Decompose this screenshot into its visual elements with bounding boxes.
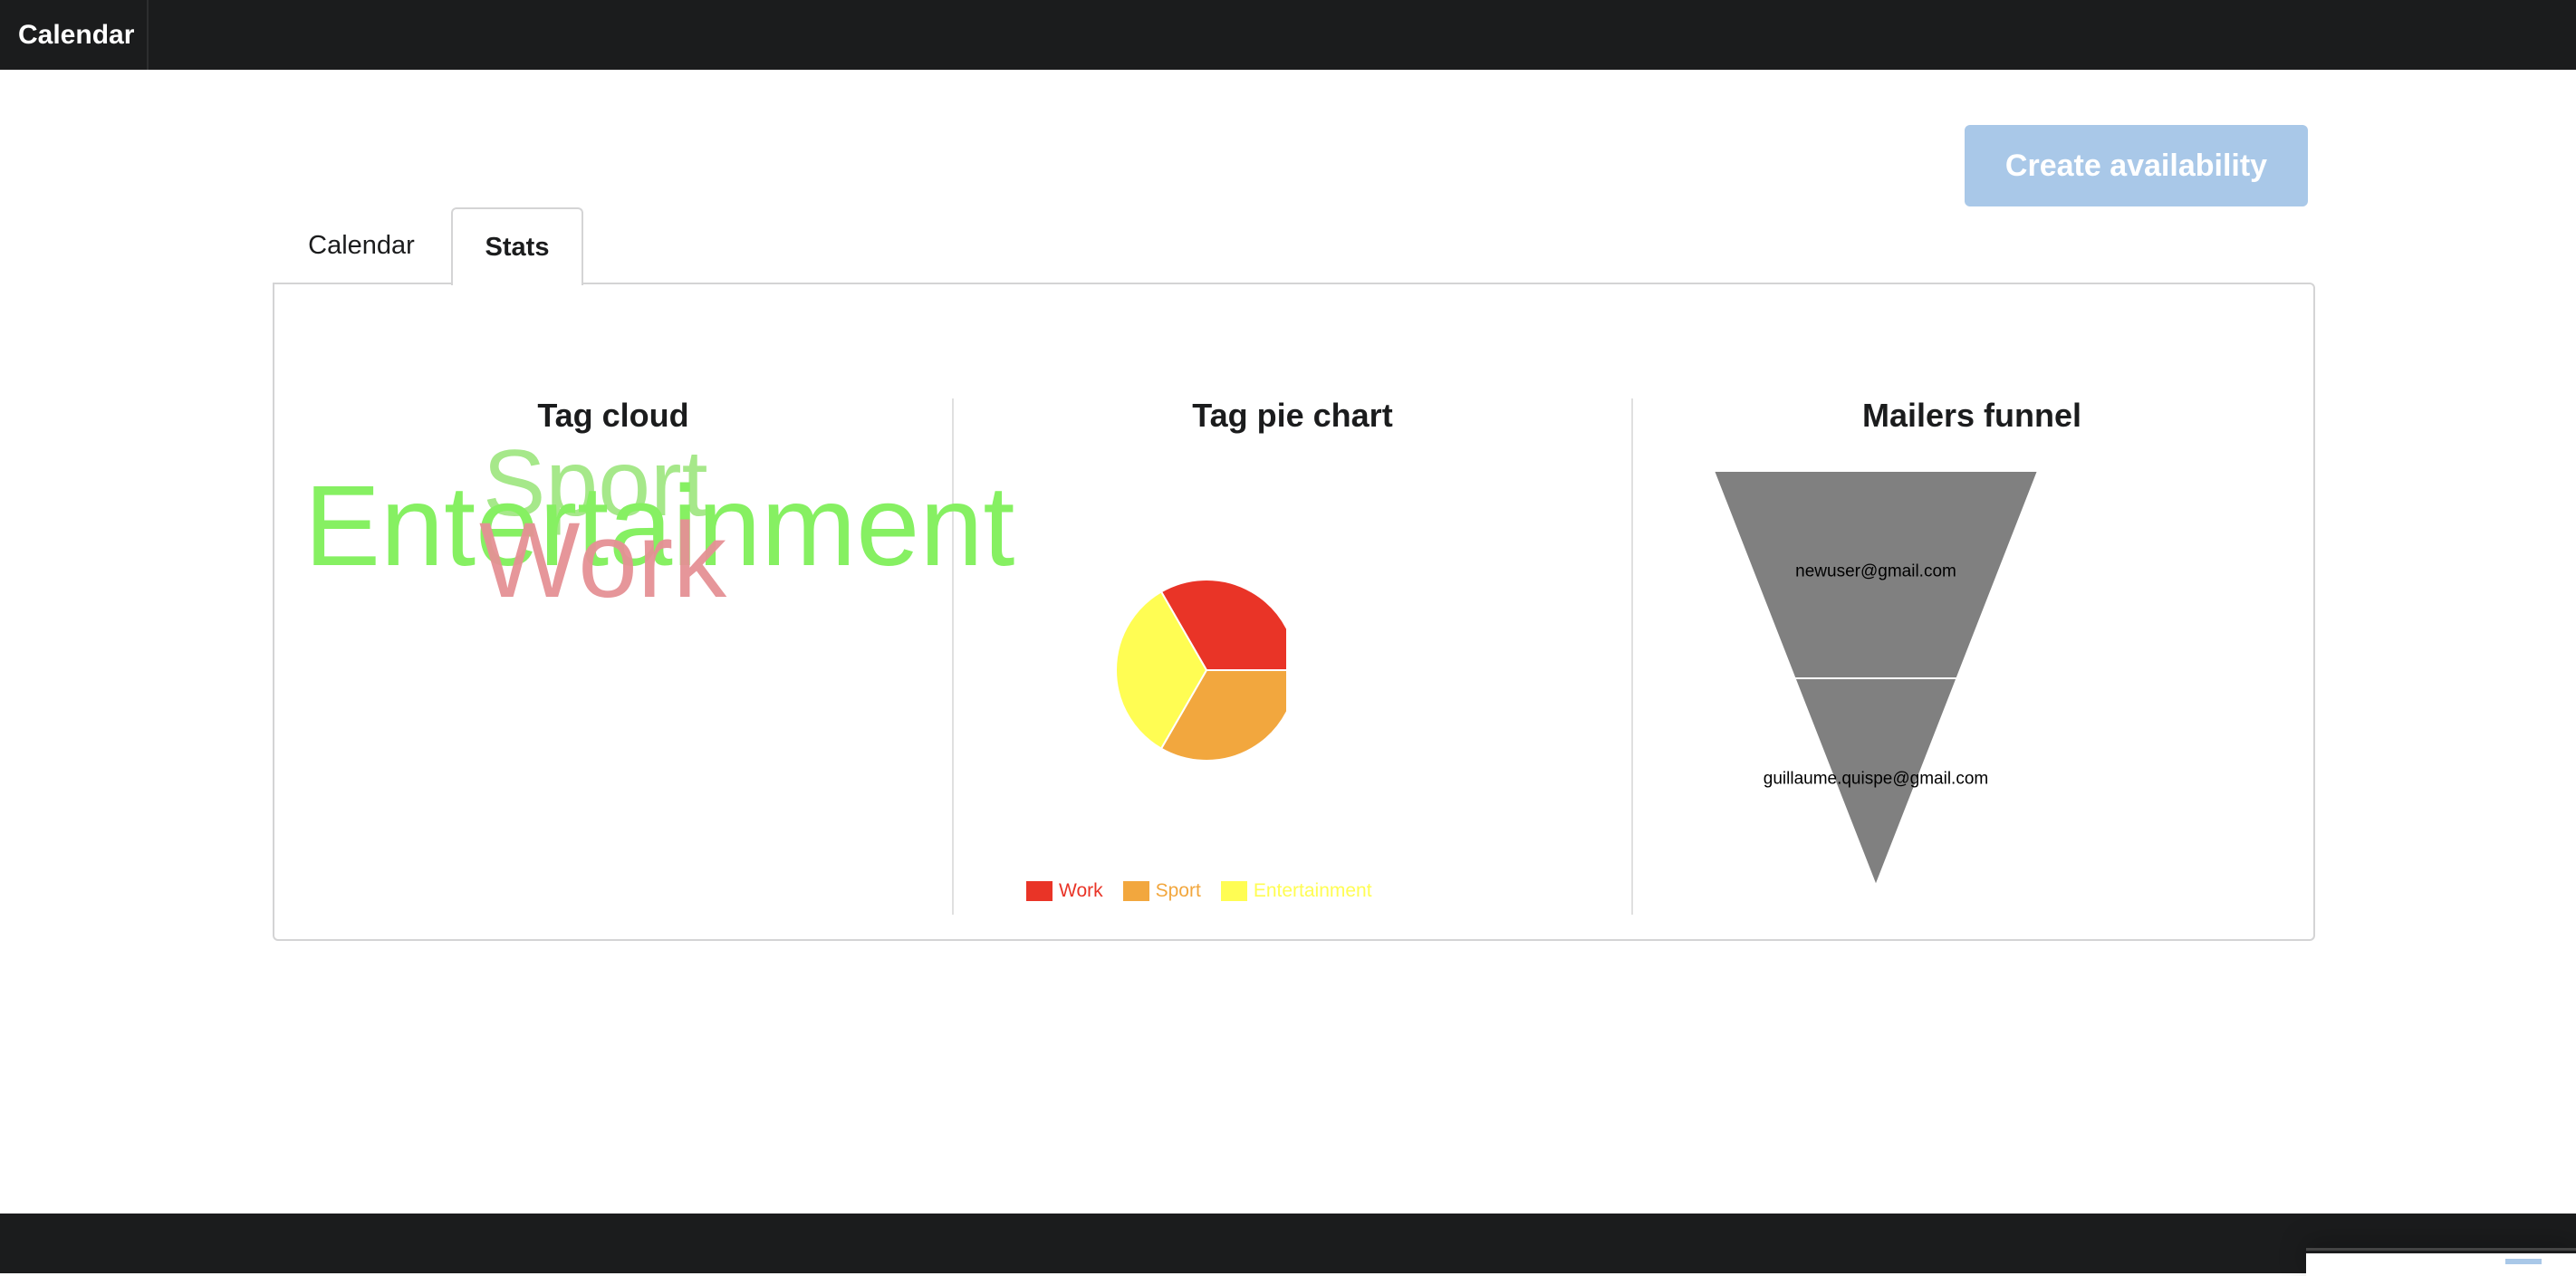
top-navbar: Calendar — [0, 0, 2576, 70]
legend-swatch — [1026, 881, 1053, 901]
page-thumbnail — [2306, 1248, 2576, 1276]
tab-stats[interactable]: Stats — [451, 207, 583, 285]
pie-chart-title: Tag pie chart — [1192, 397, 1393, 434]
footer-bar — [0, 1214, 2576, 1273]
legend-item-sport[interactable]: Sport — [1122, 880, 1201, 902]
legend-item-work[interactable]: Work — [1026, 880, 1103, 902]
legend-label: Work — [1059, 880, 1103, 901]
tag-cloud-word-work: Work — [479, 501, 727, 620]
funnel-chart: newuser@gmail.com guillaume.quispe@gmail.… — [1712, 470, 2040, 888]
legend-swatch — [1220, 881, 1247, 901]
create-availability-button[interactable]: Create availability — [1965, 125, 2308, 206]
legend-item-entertainment[interactable]: Entertainment — [1220, 880, 1372, 902]
funnel-title: Mailers funnel — [1861, 397, 2082, 434]
pie-legend: Work Sport Entertainment — [1026, 878, 1392, 904]
legend-label: Entertainment — [1253, 880, 1372, 901]
legend-swatch — [1122, 881, 1149, 901]
tab-calendar[interactable]: Calendar — [274, 207, 449, 283]
legend-label: Sport — [1155, 880, 1201, 901]
brand-menu-item[interactable]: Calendar — [0, 0, 149, 70]
funnel-label: guillaume.quispe@gmail.com — [1764, 770, 1988, 789]
section-divider — [1631, 398, 1633, 915]
pie-chart — [1115, 579, 1286, 762]
thumbnail-button — [2505, 1259, 2542, 1264]
thumbnail-navbar — [2306, 1251, 2576, 1253]
funnel-label: newuser@gmail.com — [1795, 562, 1956, 581]
